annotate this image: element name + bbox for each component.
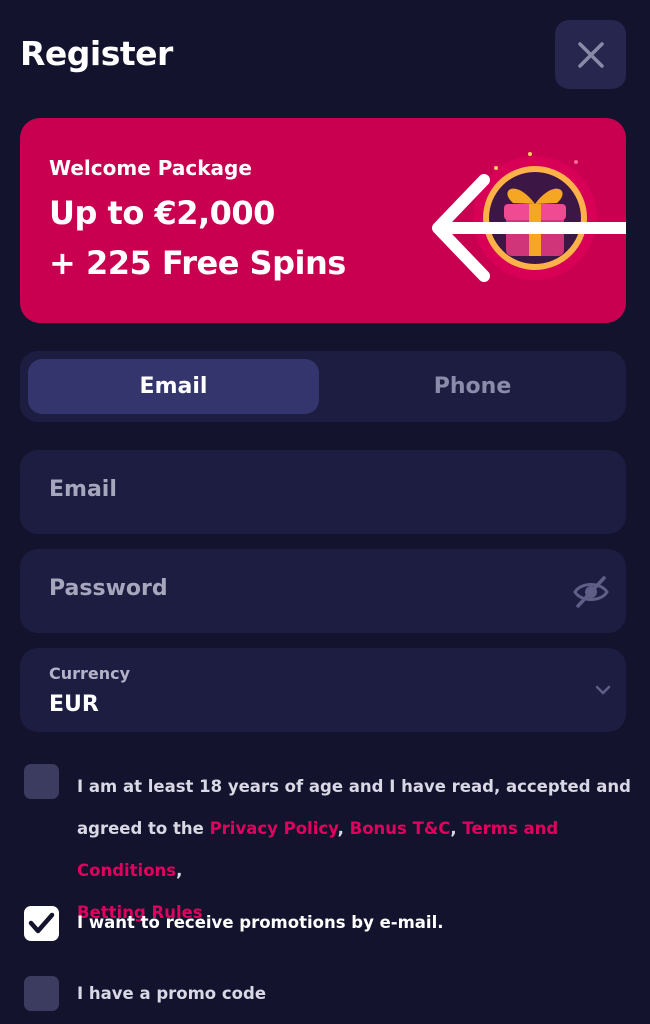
terms-separator: ,: [176, 861, 183, 880]
page-title: Register: [20, 34, 173, 73]
chevron-down-icon: [595, 685, 611, 695]
email-placeholder: Email: [49, 477, 117, 502]
checkmark-icon: [28, 912, 55, 934]
password-field[interactable]: Password: [20, 549, 626, 633]
tab-phone[interactable]: Phone: [327, 359, 618, 414]
close-button[interactable]: [555, 20, 626, 89]
promotions-checkbox[interactable]: [24, 906, 59, 941]
banner-headline-1: Up to €2,000: [49, 194, 275, 232]
bonus-tc-link[interactable]: Bonus T&C: [350, 819, 451, 838]
eye-off-icon[interactable]: [572, 573, 610, 611]
currency-select[interactable]: Currency EUR: [20, 648, 626, 732]
welcome-banner: Welcome Package Up to €2,000 + 225 Free …: [20, 118, 626, 323]
currency-value: EUR: [49, 692, 99, 717]
banner-kicker: Welcome Package: [49, 156, 252, 180]
privacy-policy-link[interactable]: Privacy Policy: [210, 819, 338, 838]
password-placeholder: Password: [49, 576, 168, 601]
terms-separator: ,: [337, 819, 350, 838]
promo-code-label: I have a promo code: [77, 984, 267, 1003]
auth-method-tabs: Email Phone: [20, 351, 626, 422]
currency-label: Currency: [49, 664, 131, 683]
promo-code-checkbox[interactable]: [24, 976, 59, 1011]
close-icon: [577, 41, 604, 68]
promotions-label: I want to receive promotions by e-mail.: [77, 913, 444, 932]
banner-headline-2: + 225 Free Spins: [49, 244, 346, 282]
arrow-left-icon: [432, 174, 626, 282]
email-field[interactable]: Email: [20, 450, 626, 534]
tab-email[interactable]: Email: [28, 359, 319, 414]
age-consent-checkbox[interactable]: [24, 764, 59, 799]
terms-separator: ,: [450, 819, 463, 838]
age-consent-text: I am at least 18 years of age and I have…: [77, 766, 632, 934]
